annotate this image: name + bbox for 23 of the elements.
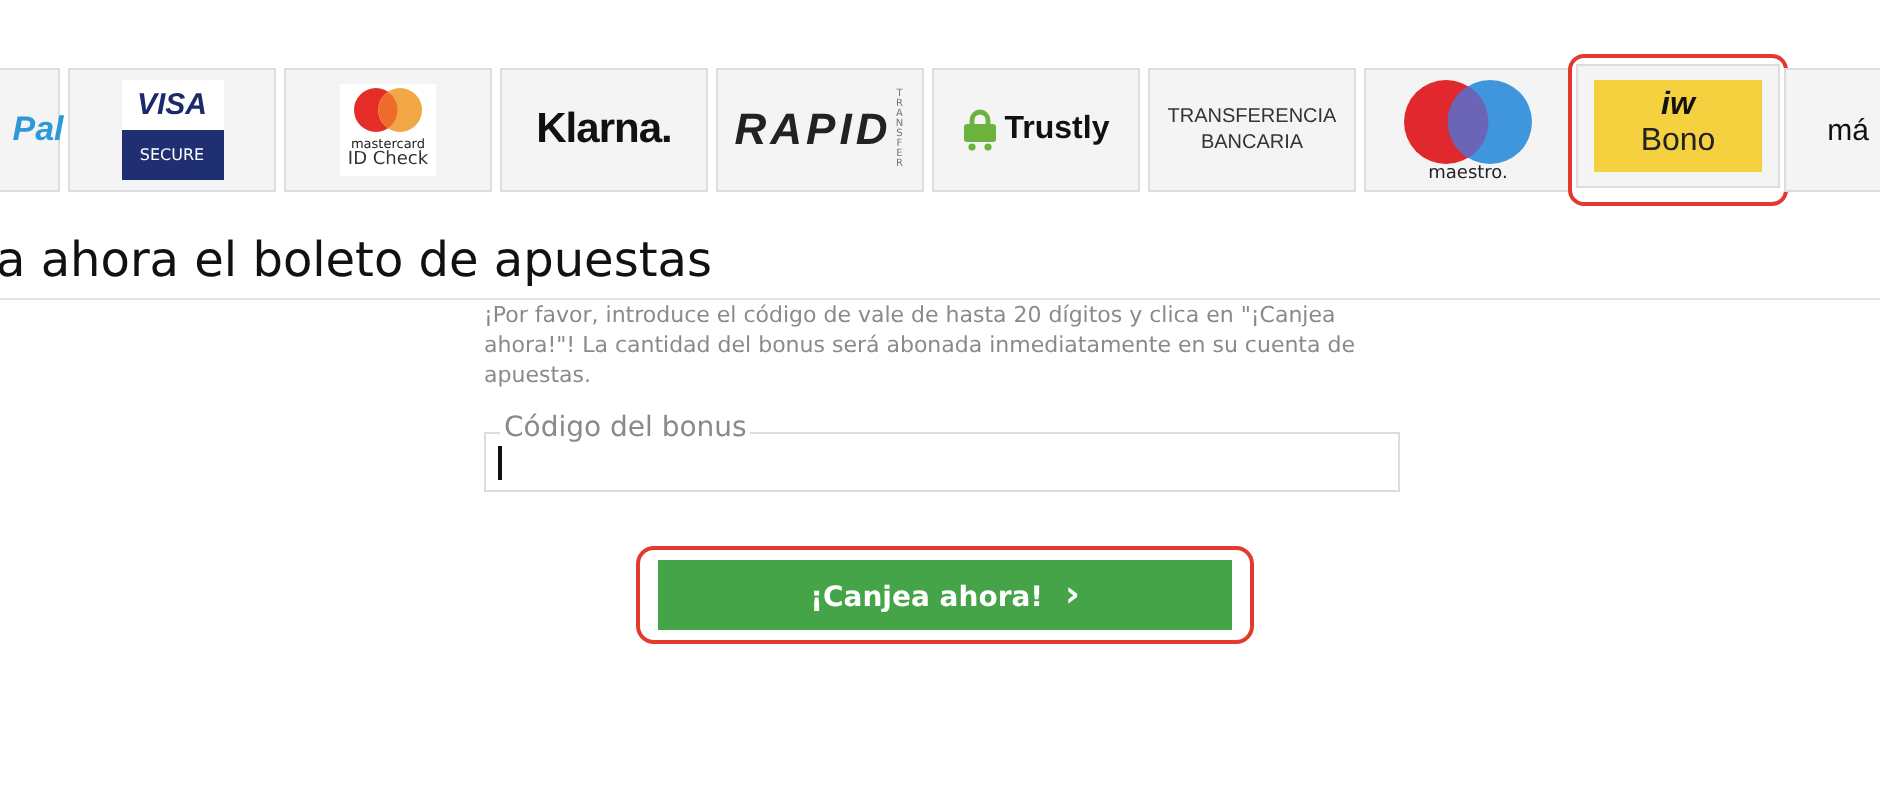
payment-method-tile[interactable]: má	[1784, 68, 1880, 192]
klarna-logo-text: Klarna.	[536, 106, 672, 154]
payment-method-tile[interactable]: maestro.	[1364, 68, 1572, 192]
padlock-cart-icon	[962, 108, 999, 152]
logo-caption: maestro.	[1428, 165, 1508, 183]
bono-logo: iw Bono	[1594, 80, 1762, 172]
circles-icon	[1402, 77, 1534, 165]
trustly-logo-text: Trustly	[1004, 112, 1110, 148]
payment-method-tile[interactable]: TRANSFERENCIA BANCARIA	[1148, 68, 1356, 192]
payment-method-tile[interactable]: VISA SECURE	[68, 68, 276, 192]
visa-logo: VISA SECURE	[121, 80, 223, 180]
payment-method-tile[interactable]: Trustly	[932, 68, 1140, 192]
instructions-text: ¡Por favor, introduce el código de vale de hasta 20 dígitos y clica en "¡Canjea ahora!"! La cantidad del bonus será abonada inmediatamente en su cuenta de apuestas.	[484, 300, 1357, 390]
tile-label: TRANSFERENCIA BANCARIA	[1165, 104, 1339, 156]
logo-caption: ID Check	[347, 150, 429, 173]
field-label: Código del bonus	[500, 410, 751, 446]
circles-icon	[353, 87, 422, 132]
payment-method-tile[interactable]: iw Bono	[1576, 64, 1780, 188]
rapid-logo-text: RAPID	[734, 104, 892, 156]
text-cursor	[498, 446, 501, 480]
tile-label: má	[1827, 113, 1869, 147]
paypal-logo-text: Pal	[10, 110, 64, 150]
payment-method-tile[interactable]: Klarna.	[500, 68, 708, 192]
